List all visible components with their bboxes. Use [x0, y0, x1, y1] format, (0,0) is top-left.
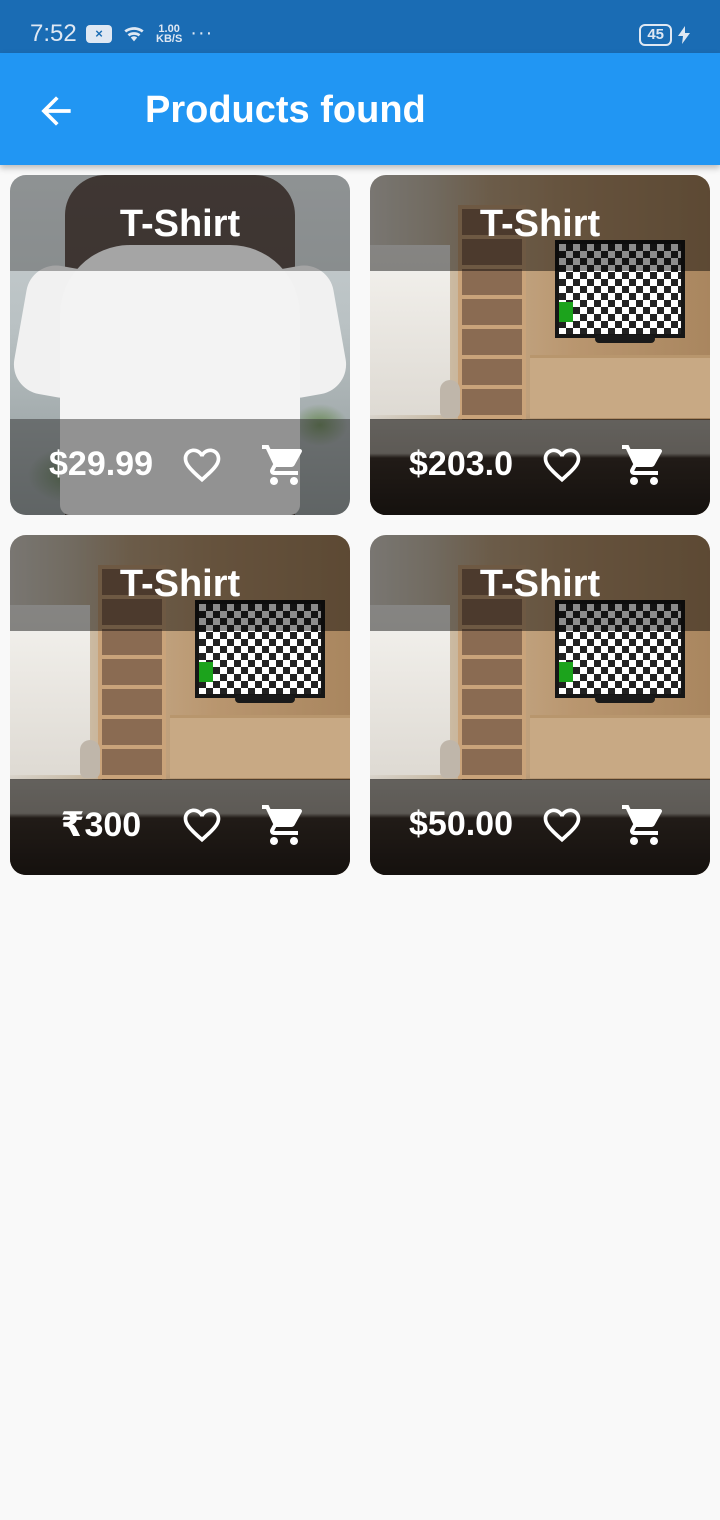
- net-speed: 1.00 KB/S: [156, 22, 183, 45]
- tv-green-marker: [199, 662, 213, 682]
- product-card[interactable]: T-Shirt ₹300: [10, 535, 350, 875]
- product-price: $203.0: [409, 445, 513, 483]
- product-title: T-Shirt: [479, 203, 601, 245]
- tv-stand: [595, 695, 655, 703]
- product-title: T-Shirt: [119, 563, 241, 605]
- tv-stand: [235, 695, 295, 703]
- more-notifications-icon: ···: [190, 22, 214, 44]
- arrow-back-icon[interactable]: [34, 89, 78, 133]
- battery-indicator: 45: [639, 24, 690, 46]
- tv-green-marker: [559, 662, 573, 682]
- wifi-icon: [124, 26, 144, 41]
- status-bar: 7:52 × 1.00 KB/S ··· 45: [0, 0, 720, 53]
- product-price: $50.00: [409, 805, 513, 843]
- charging-icon: [678, 26, 690, 44]
- tv-cabinet: [530, 715, 710, 778]
- net-speed-value: 1.00: [158, 22, 180, 35]
- product-title: T-Shirt: [479, 563, 601, 605]
- cat: [440, 740, 460, 778]
- net-speed-unit: KB/S: [156, 32, 183, 45]
- heart-outline-icon[interactable]: [180, 443, 224, 487]
- heart-outline-icon[interactable]: [180, 803, 224, 847]
- tv-green-marker: [559, 302, 573, 322]
- tv-cabinet: [170, 715, 350, 778]
- product-price: ₹300: [60, 806, 142, 844]
- product-title: T-Shirt: [119, 203, 241, 245]
- shopping-cart-icon[interactable]: [260, 441, 308, 489]
- tv-stand: [595, 335, 655, 343]
- shopping-cart-icon[interactable]: [260, 801, 308, 849]
- product-card[interactable]: T-Shirt $29.99: [10, 175, 350, 515]
- heart-outline-icon[interactable]: [540, 803, 584, 847]
- shopping-cart-icon[interactable]: [620, 441, 668, 489]
- page-title: Products found: [145, 89, 426, 131]
- product-card[interactable]: T-Shirt $203.0: [370, 175, 710, 515]
- product-card[interactable]: T-Shirt $50.00: [370, 535, 710, 875]
- app-bar: Products found: [0, 53, 720, 165]
- heart-outline-icon[interactable]: [540, 443, 584, 487]
- product-price: $29.99: [49, 445, 153, 483]
- tv-cabinet: [530, 355, 710, 418]
- notification-icon: ×: [86, 24, 112, 43]
- status-time: 7:52: [30, 20, 77, 47]
- status-icons: × 1.00 KB/S ···: [86, 22, 213, 45]
- battery-level: 45: [639, 24, 672, 46]
- cat: [440, 380, 460, 418]
- cat: [80, 740, 100, 778]
- shopping-cart-icon[interactable]: [620, 801, 668, 849]
